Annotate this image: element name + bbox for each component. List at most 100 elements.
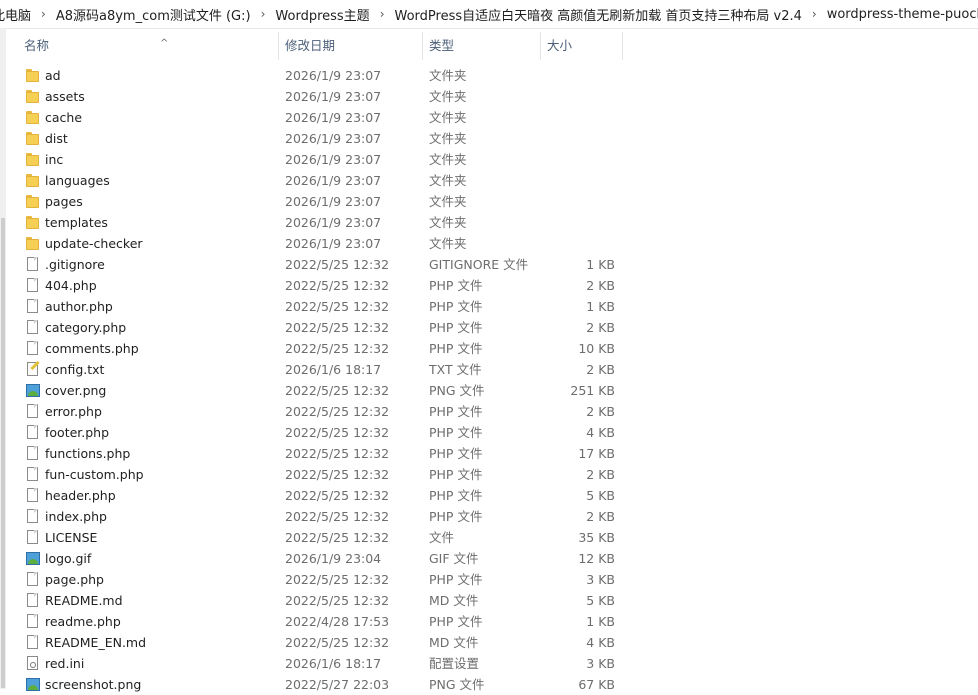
file-size: 2 KB: [586, 362, 615, 377]
column-header-size[interactable]: 大小: [541, 32, 623, 60]
sort-ascending-icon: ^: [160, 38, 169, 49]
file-type: PHP 文件: [429, 572, 483, 587]
file-row[interactable]: 404.php 2022/5/25 12:32 PHP 文件 2 KB: [0, 275, 978, 296]
file-row[interactable]: cache 2026/1/9 23:07 文件夹: [0, 107, 978, 128]
column-header-row: 名称 ^ 修改日期 类型 大小: [0, 32, 978, 62]
file-type: 配置设置: [429, 656, 480, 671]
file-row[interactable]: footer.php 2022/5/25 12:32 PHP 文件 4 KB: [0, 422, 978, 443]
file-size: 5 KB: [586, 593, 615, 608]
file-row[interactable]: pages 2026/1/9 23:07 文件夹: [0, 191, 978, 212]
file-date: 2026/1/9 23:07: [285, 152, 382, 167]
file-date: 2022/4/28 17:53: [285, 614, 390, 629]
file-name: index.php: [45, 509, 107, 524]
file-name: README.md: [45, 593, 123, 608]
breadcrumb-segment[interactable]: 此电脑: [0, 5, 37, 24]
file-size: 4 KB: [586, 635, 615, 650]
file-type: MD 文件: [429, 635, 479, 650]
file-date: 2022/5/27 22:03: [285, 677, 390, 692]
file-row[interactable]: category.php 2022/5/25 12:32 PHP 文件 2 KB: [0, 317, 978, 338]
file-name: ad: [45, 68, 61, 83]
file-row[interactable]: logo.gif 2026/1/9 23:04 GIF 文件 12 KB: [0, 548, 978, 569]
file-name: error.php: [45, 404, 102, 419]
file-row[interactable]: comments.php 2022/5/25 12:32 PHP 文件 10 KB: [0, 338, 978, 359]
file-date: 2026/1/9 23:04: [285, 551, 382, 566]
file-row[interactable]: screenshot.png 2022/5/27 22:03 PNG 文件 67 KB: [0, 674, 978, 695]
file-row[interactable]: update-checker 2026/1/9 23:07 文件夹: [0, 233, 978, 254]
file-icon: [26, 341, 41, 356]
file-date: 2022/5/25 12:32: [285, 383, 390, 398]
column-header-name[interactable]: 名称 ^: [18, 32, 279, 60]
file-row[interactable]: LICENSE 2022/5/25 12:32 文件 35 KB: [0, 527, 978, 548]
file-row[interactable]: error.php 2022/5/25 12:32 PHP 文件 2 KB: [0, 401, 978, 422]
file-date: 2022/5/25 12:32: [285, 530, 390, 545]
file-row[interactable]: header.php 2022/5/25 12:32 PHP 文件 5 KB: [0, 485, 978, 506]
breadcrumb-separator-icon[interactable]: ›: [808, 7, 821, 21]
file-name: cache: [45, 110, 83, 125]
file-name: config.txt: [45, 362, 105, 377]
file-row[interactable]: inc 2026/1/9 23:07 文件夹: [0, 149, 978, 170]
file-row[interactable]: fun-custom.php 2022/5/25 12:32 PHP 文件 2 KB: [0, 464, 978, 485]
file-row[interactable]: assets 2026/1/9 23:07 文件夹: [0, 86, 978, 107]
file-type: 文件夹: [429, 173, 467, 188]
file-row[interactable]: cover.png 2022/5/25 12:32 PNG 文件 251 KB: [0, 380, 978, 401]
file-row[interactable]: README.md 2022/5/25 12:32 MD 文件 5 KB: [0, 590, 978, 611]
breadcrumb-segment[interactable]: A8源码a8ym_com测试文件 (G:): [50, 5, 257, 24]
breadcrumb[interactable]: 此电脑›A8源码a8ym_com测试文件 (G:)›Wordpress主题›Wo…: [0, 0, 978, 29]
file-size: 10 KB: [578, 341, 615, 356]
breadcrumb-segment[interactable]: Wordpress主题: [269, 5, 375, 24]
file-row[interactable]: author.php 2022/5/25 12:32 PHP 文件 1 KB: [0, 296, 978, 317]
file-type: TXT 文件: [429, 362, 482, 377]
file-name: functions.php: [45, 446, 131, 461]
column-header-type-label: 类型: [429, 38, 455, 53]
file-row[interactable]: readme.php 2022/4/28 17:53 PHP 文件 1 KB: [0, 611, 978, 632]
file-type: 文件夹: [429, 89, 467, 104]
breadcrumb-separator-icon[interactable]: ›: [37, 7, 50, 21]
file-date: 2026/1/9 23:07: [285, 110, 382, 125]
file-row[interactable]: config.txt 2026/1/6 18:17 TXT 文件 2 KB: [0, 359, 978, 380]
file-row[interactable]: index.php 2022/5/25 12:32 PHP 文件 2 KB: [0, 506, 978, 527]
file-type: 文件夹: [429, 236, 467, 251]
file-row[interactable]: red.ini 2026/1/6 18:17 配置设置 3 KB: [0, 653, 978, 674]
file-icon: [26, 530, 41, 545]
file-icon: [26, 614, 41, 629]
breadcrumb-separator-icon[interactable]: ›: [257, 7, 270, 21]
file-type: PHP 文件: [429, 488, 483, 503]
file-icon: [26, 278, 41, 293]
file-type: PHP 文件: [429, 467, 483, 482]
file-type: PHP 文件: [429, 404, 483, 419]
file-icon: [26, 593, 41, 608]
file-type: 文件夹: [429, 194, 467, 209]
breadcrumb-segment[interactable]: wordpress-theme-puock-master: [821, 7, 978, 22]
file-row[interactable]: .gitignore 2022/5/25 12:32 GITIGNORE 文件 1 K…: [0, 254, 978, 275]
file-date: 2026/1/9 23:07: [285, 215, 382, 230]
column-header-date[interactable]: 修改日期: [279, 32, 423, 60]
file-type: GITIGNORE 文件: [429, 257, 529, 272]
file-row[interactable]: ad 2026/1/9 23:07 文件夹: [0, 65, 978, 86]
breadcrumb-separator-icon[interactable]: ›: [376, 7, 389, 21]
file-type: PNG 文件: [429, 383, 485, 398]
file-row[interactable]: templates 2026/1/9 23:07 文件夹: [0, 212, 978, 233]
file-size: 3 KB: [586, 656, 615, 671]
file-date: 2022/5/25 12:32: [285, 320, 390, 335]
column-header-type[interactable]: 类型: [423, 32, 541, 60]
file-name: pages: [45, 194, 83, 209]
file-date: 2026/1/6 18:17: [285, 656, 382, 671]
file-type: MD 文件: [429, 593, 479, 608]
file-row[interactable]: dist 2026/1/9 23:07 文件夹: [0, 128, 978, 149]
breadcrumb-segment[interactable]: WordPress自适应白天暗夜 高颜值无刷新加载 首页支持三种布局 v2.4: [389, 5, 808, 24]
file-size: 1 KB: [586, 299, 615, 314]
file-name: author.php: [45, 299, 113, 314]
file-name: inc: [45, 152, 64, 167]
file-date: 2026/1/9 23:07: [285, 68, 382, 83]
file-icon: [26, 488, 41, 503]
file-date: 2022/5/25 12:32: [285, 299, 390, 314]
file-row[interactable]: README_EN.md 2022/5/25 12:32 MD 文件 4 KB: [0, 632, 978, 653]
folder-icon: [26, 152, 41, 167]
file-row[interactable]: functions.php 2022/5/25 12:32 PHP 文件 17 KB: [0, 443, 978, 464]
file-row[interactable]: page.php 2022/5/25 12:32 PHP 文件 3 KB: [0, 569, 978, 590]
file-date: 2022/5/25 12:32: [285, 572, 390, 587]
column-header-date-label: 修改日期: [285, 38, 336, 53]
file-name: comments.php: [45, 341, 139, 356]
file-name: page.php: [45, 572, 104, 587]
file-row[interactable]: languages 2026/1/9 23:07 文件夹: [0, 170, 978, 191]
